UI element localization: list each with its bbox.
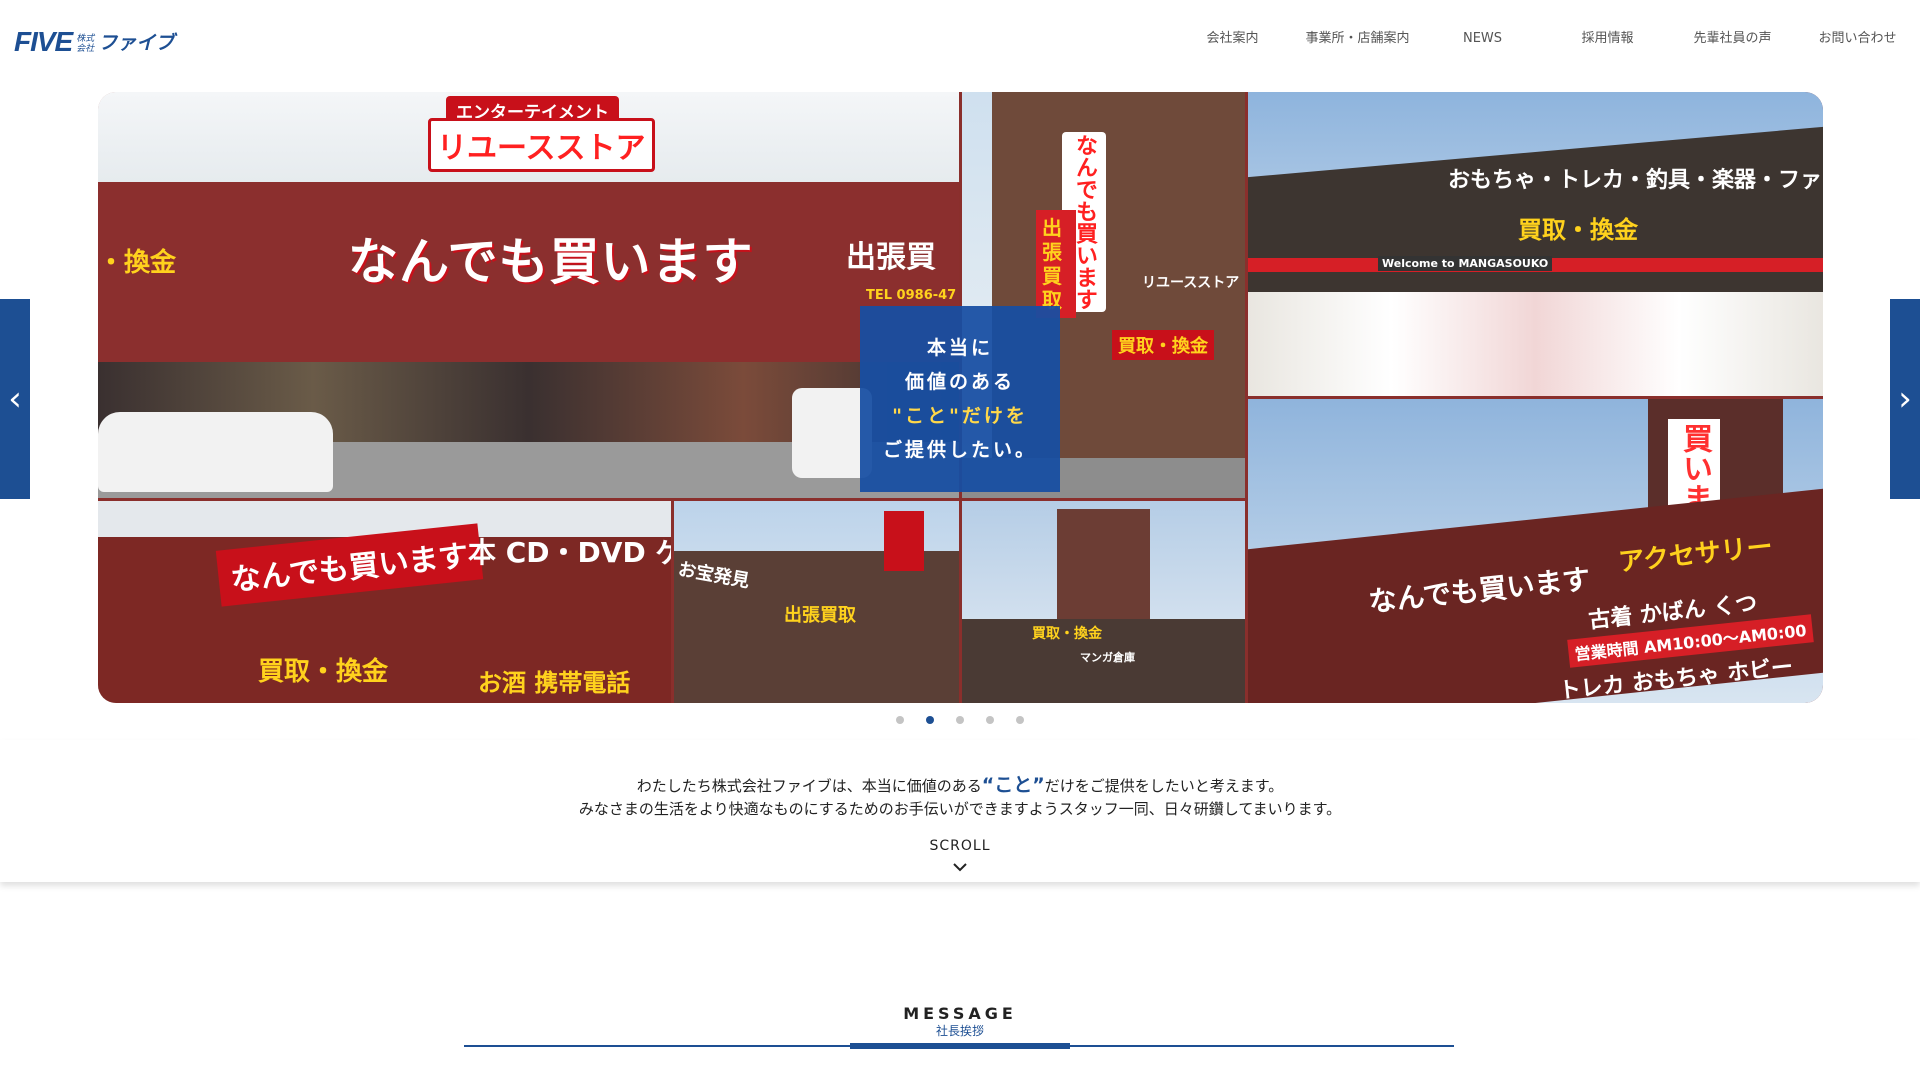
chevron-left-icon: ‹ [8,379,22,419]
photo-text: 出張買取 [784,605,856,626]
company-logo[interactable]: FIVE 株式 会社 ファイブ [14,12,174,56]
photo-text: 出張買取 [1036,210,1076,318]
photo-text: 出張買 [846,240,936,275]
slider-prev-button[interactable]: ‹ [0,299,30,499]
photo-text: 買取・換金 [258,657,389,687]
slider-dot-5[interactable] [1016,716,1024,724]
site-header: FIVE 株式 会社 ファイブ 会社案内 事業所・店舗案内 NEWS 採用情報 先… [0,0,1920,80]
hero-catchcopy: 本当に 価値のある "こと"だけを ご提供したい。 [860,306,1060,492]
catchcopy-line: 価値のある [904,371,1015,393]
catchcopy-line: "こと"だけを [892,405,1028,427]
photo-text: 買取・換金 [1032,626,1102,642]
photo-text: TEL 0986-47 [866,288,957,303]
logo-kabushiki: 株式 会社 [76,34,95,54]
intro-line-1: わたしたち株式会社ファイブは、本当に価値のある“こと”だけをご提供をしたいと考え… [636,774,1284,796]
hero-slider[interactable]: エンターテイメント リユースストア なんでも買います ・換金 出張買 TEL 0… [98,92,1823,703]
nav-company[interactable]: 会社案内 [1170,0,1295,80]
section-title-message: MESSAGE [903,1004,1017,1023]
slider-pagination [896,716,1024,724]
slider-dot-4[interactable] [986,716,994,724]
slide-photo-store-3: おもちゃ・トレカ・釣具・楽器・ファッション 買取・換金 Welcome to M… [1248,92,1823,396]
quote-highlight: “こと” [981,774,1045,796]
section-divider-accent [850,1043,1070,1049]
catchcopy-line: 本当に [926,337,993,359]
slider-next-button[interactable]: › [1890,299,1920,499]
photo-text: なんでも買います [348,233,754,291]
catchcopy-line: ご提供したい。 [882,439,1037,461]
photo-text: 買取・換金 [1518,216,1638,244]
slider-dot-1[interactable] [896,716,904,724]
nav-contact[interactable]: お問い合わせ [1795,0,1920,80]
slide-photo-store-6: 買取・換金 マンガ倉庫 [962,501,1245,703]
main-nav: 会社案内 事業所・店舗案内 NEWS 採用情報 先輩社員の声 お問い合わせ [1170,0,1920,80]
slide-photo-store-4: なんでも買います 本 CD・DVD ゲ 買取・換金 お酒 携帯電話 [98,501,671,703]
photo-text: リユースストア [428,118,655,172]
photo-text: 買取・換金 [1112,330,1214,360]
nav-voices[interactable]: 先輩社員の声 [1670,0,1795,80]
photo-text: リユースストア [1142,275,1240,291]
nav-recruit[interactable]: 採用情報 [1545,0,1670,80]
slide-photo-store-1: エンターテイメント リユースストア なんでも買います ・換金 出張買 TEL 0… [98,92,959,498]
logo-kana: ファイブ [98,32,175,54]
slider-dot-3[interactable] [956,716,964,724]
slide-photo-store-5: お宝発見 出張買取 [674,501,959,703]
photo-text: おもちゃ・トレカ・釣具・楽器・ファッション [1448,168,1823,193]
photo-text: 本 CD・DVD ゲ [468,536,671,569]
nav-news[interactable]: NEWS [1420,0,1545,80]
chevron-right-icon: › [1898,379,1912,419]
slider-dot-2[interactable] [926,716,934,724]
scroll-indicator[interactable]: SCROLL [0,838,1920,854]
slide-photo-store-7: 買いますか アクセサリー なんでも買います 古着 かばん くつ 営業時間 AM1… [1248,399,1823,703]
intro-line-2: みなさまの生活をより快適なものにするためのお手伝いができますようスタッフ一同、日… [578,800,1342,818]
chevron-down-icon[interactable] [953,860,967,876]
photo-text: マンガ倉庫 [1080,651,1135,664]
photo-text: Welcome to MANGASOUKO [1378,256,1553,271]
photo-text: お酒 携帯電話 [478,669,631,697]
section-subtitle-message: 社長挨拶 [935,1024,984,1038]
photo-text [884,511,924,571]
nav-offices[interactable]: 事業所・店舗案内 [1295,0,1420,80]
photo-text: ・換金 [98,248,177,278]
logo-mark: FIVE [14,26,73,57]
